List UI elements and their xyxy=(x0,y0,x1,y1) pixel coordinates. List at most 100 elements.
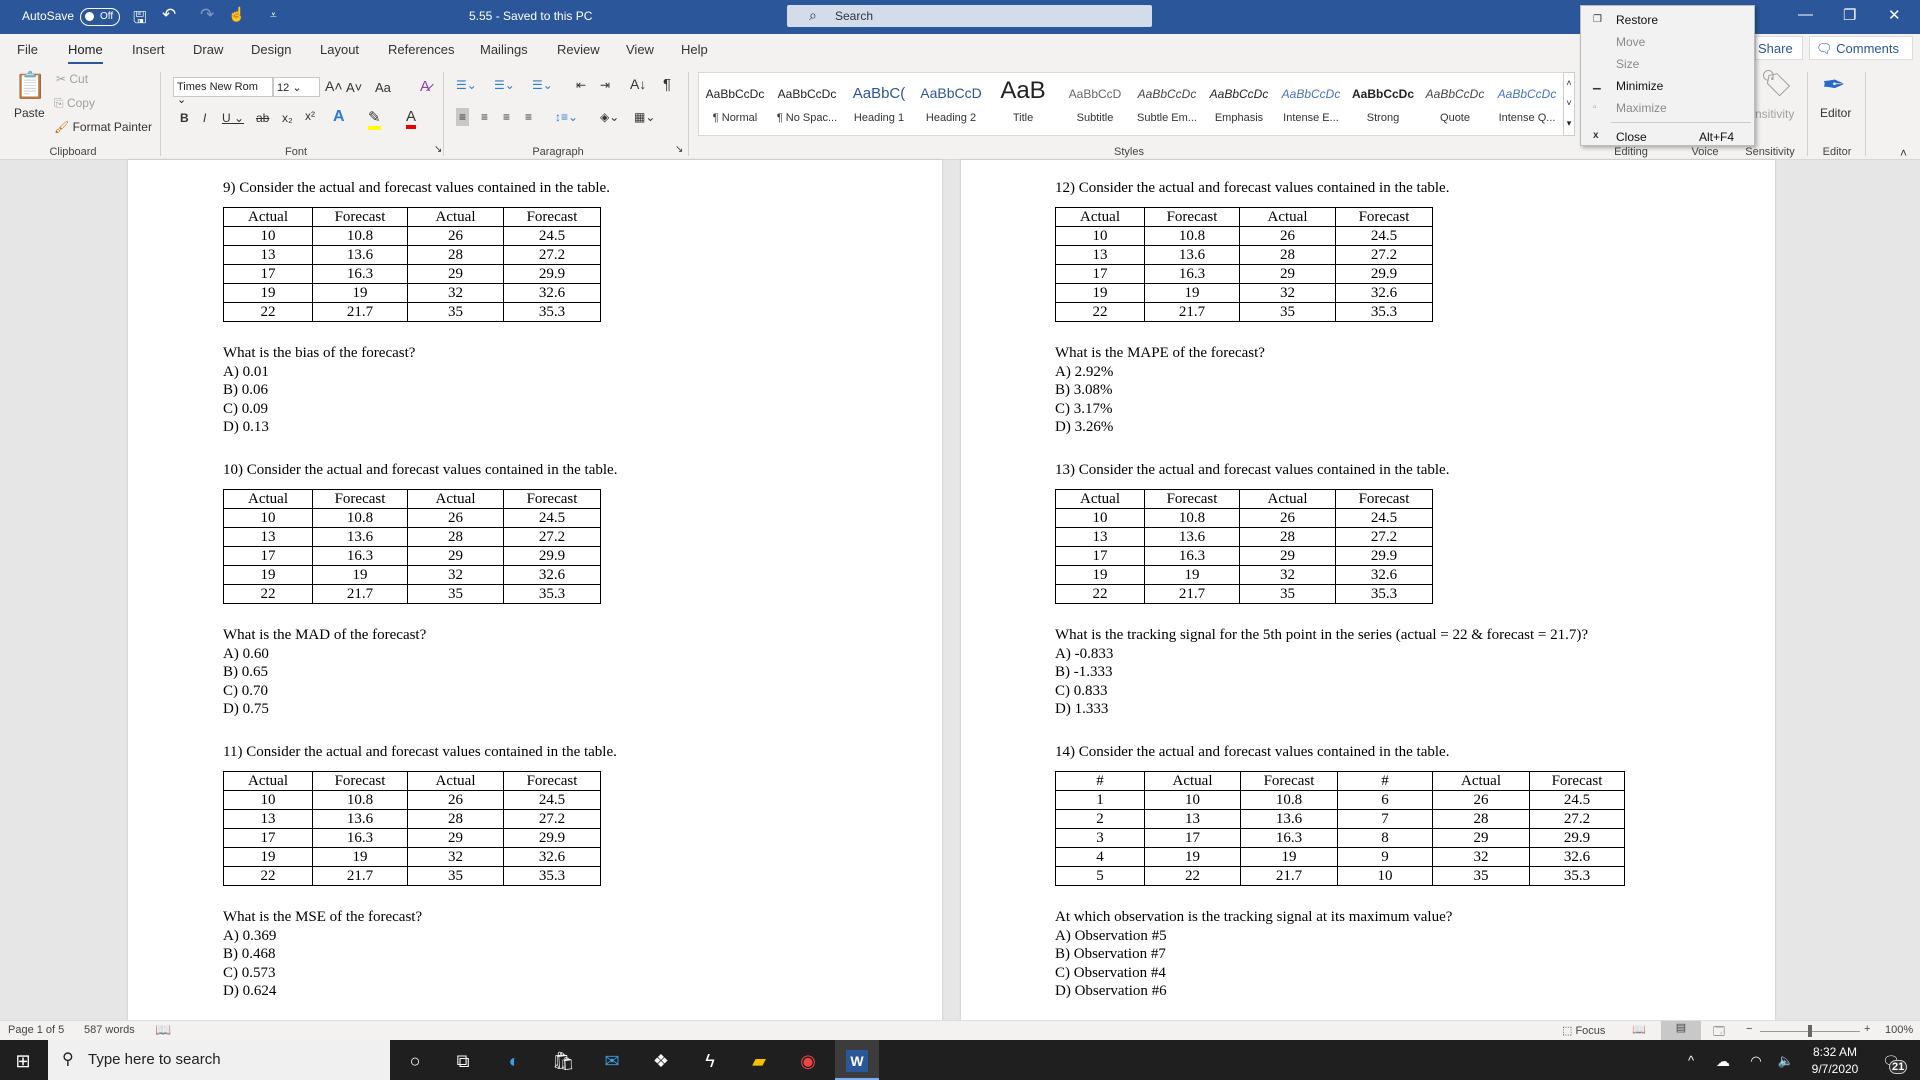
zoom-level[interactable]: 100% xyxy=(1885,1024,1913,1036)
change-case-button[interactable]: Aa xyxy=(375,80,391,95)
dropbox-icon[interactable]: ❖ xyxy=(650,1050,672,1072)
share-button[interactable]: Share xyxy=(1755,36,1803,60)
close-window-icon[interactable]: ✕ xyxy=(1888,6,1901,24)
comments-button[interactable]: 🗨 Comments xyxy=(1809,36,1913,60)
style-heading-1[interactable]: AaBbC(Heading 1 xyxy=(843,73,915,135)
word-count[interactable]: 587 words xyxy=(84,1024,135,1036)
minimize-window-icon[interactable]: — xyxy=(1798,6,1813,23)
bullets-icon[interactable]: ☰⌄ xyxy=(456,78,477,92)
proofing-icon[interactable]: 📖 xyxy=(155,1022,171,1038)
tab-insert[interactable]: Insert xyxy=(132,42,165,57)
tab-references[interactable]: References xyxy=(388,42,454,57)
tab-mailings[interactable]: Mailings xyxy=(480,42,528,57)
print-layout-icon[interactable]: ▤ xyxy=(1661,1021,1701,1040)
onedrive-icon[interactable]: ☁ xyxy=(1712,1050,1734,1072)
grow-font-icon[interactable]: A˄ xyxy=(325,78,343,94)
app-icon[interactable]: ϟ xyxy=(699,1050,721,1072)
subscript-icon[interactable]: x₂ xyxy=(282,111,293,125)
editor-icon[interactable]: ✒ xyxy=(1822,68,1845,101)
gallery-scroll[interactable]: ˄ ˅ ▾ xyxy=(1563,72,1575,136)
dialog-launcher-icon[interactable]: ↘ xyxy=(434,144,442,155)
copy-button[interactable]: ⎘ Copy xyxy=(54,96,95,111)
chrome-icon[interactable]: ◉ xyxy=(797,1050,819,1072)
underline-icon[interactable]: U ⌄ xyxy=(222,111,244,125)
zoom-out-icon[interactable]: − xyxy=(1746,1023,1752,1035)
menu-item-minimize[interactable]: Minimize xyxy=(1616,79,1663,93)
paste-button[interactable]: Paste xyxy=(14,106,45,120)
collapse-ribbon-icon[interactable]: ˄ xyxy=(1900,146,1907,160)
zoom-slider-thumb[interactable] xyxy=(1808,1025,1812,1037)
tab-review[interactable]: Review xyxy=(557,42,600,57)
line-spacing-icon[interactable]: ↕≡⌄ xyxy=(555,110,578,124)
restore-window-icon[interactable]: ❐ xyxy=(1843,6,1856,24)
strikethrough-icon[interactable]: ab xyxy=(256,111,269,125)
search-box[interactable]: ⌕ Search xyxy=(787,5,1152,27)
font-size-dropdown[interactable]: 12 ⌄ xyxy=(273,77,320,97)
zoom-in-icon[interactable]: + xyxy=(1864,1023,1870,1035)
edge-icon[interactable]: ◐ xyxy=(503,1050,525,1072)
tab-design[interactable]: Design xyxy=(251,42,291,57)
style-emphasis[interactable]: AaBbCcDc Emphasis xyxy=(1203,73,1275,135)
customize-qat-icon[interactable]: ⩡ xyxy=(270,8,277,23)
font-color-icon[interactable]: A xyxy=(406,108,417,129)
highlight-icon[interactable]: ✎ xyxy=(368,108,381,130)
editor-button[interactable]: Editor xyxy=(1820,106,1851,120)
redo-icon[interactable]: ↷ xyxy=(200,5,214,25)
multilevel-list-icon[interactable]: ☰⌄ xyxy=(532,78,553,92)
tab-home[interactable]: Home xyxy=(68,42,103,65)
menu-item-restore[interactable]: Restore xyxy=(1616,13,1658,27)
align-right-icon[interactable]: ≡ xyxy=(503,110,510,124)
bold-icon[interactable]: B xyxy=(180,111,189,125)
read-mode-icon[interactable]: 📖 xyxy=(1632,1023,1646,1036)
italic-icon[interactable]: I xyxy=(203,111,206,125)
menu-item-close[interactable]: Close xyxy=(1616,130,1647,144)
menu-item-maximize[interactable]: Maximize xyxy=(1616,101,1667,115)
style-title[interactable]: AaB Title xyxy=(987,73,1059,135)
align-left-icon[interactable]: ≡ xyxy=(456,108,470,126)
borders-icon[interactable]: ▦⌄ xyxy=(634,110,655,124)
shrink-font-icon[interactable]: A˅ xyxy=(346,80,362,95)
tab-help[interactable]: Help xyxy=(681,42,708,57)
decrease-indent-icon[interactable]: ⇤ xyxy=(576,78,586,92)
format-painter-button[interactable]: 🖌 Format Painter xyxy=(54,120,152,134)
tab-view[interactable]: View xyxy=(626,42,654,57)
document-area[interactable]: 9) Consider the actual and forecast valu… xyxy=(0,160,1920,1020)
cut-button[interactable]: ✂ Cut xyxy=(56,72,88,86)
show-formatting-icon[interactable]: ¶ xyxy=(663,76,671,93)
style-intense-q[interactable]: AaBbCcDc Intense Q... xyxy=(1491,73,1563,135)
tab-layout[interactable]: Layout xyxy=(320,42,359,57)
font-name-dropdown[interactable]: Times New Rom ⌄ xyxy=(173,77,273,106)
superscript-icon[interactable]: x² xyxy=(305,109,315,123)
volume-icon[interactable]: 🔈 xyxy=(1775,1050,1797,1072)
dialog-launcher-icon[interactable]: ↘ xyxy=(675,144,683,155)
style-normal[interactable]: AaBbCcDc ¶ Normal xyxy=(699,73,771,135)
menu-item-move[interactable]: Move xyxy=(1616,35,1645,49)
store-icon[interactable]: 🛍 xyxy=(552,1050,575,1072)
numbering-icon[interactable]: ☰⌄ xyxy=(494,78,515,92)
menu-item-size[interactable]: Size xyxy=(1616,57,1639,71)
word-taskbar-button[interactable]: W xyxy=(835,1040,879,1080)
increase-indent-icon[interactable]: ⇥ xyxy=(600,78,610,92)
style-heading-2[interactable]: AaBbCcD Heading 2 xyxy=(915,73,987,135)
undo-icon[interactable]: ↶ xyxy=(162,5,176,25)
paste-icon[interactable]: 📋 xyxy=(14,70,46,101)
clear-formatting-icon[interactable]: A̷ xyxy=(420,78,430,95)
focus-button[interactable]: ⬚ Focus xyxy=(1562,1024,1605,1037)
windows-start-icon[interactable]: ⊞ xyxy=(12,1050,34,1072)
sort-icon[interactable]: A↓ xyxy=(630,76,646,92)
sensitivity-button[interactable]: nsitivity xyxy=(1755,107,1794,121)
page-count[interactable]: Page 1 of 5 xyxy=(8,1024,64,1036)
tab-file[interactable]: File xyxy=(17,42,38,57)
touch-mode-icon[interactable]: ☝ xyxy=(228,6,245,23)
mail-icon[interactable]: ✉ xyxy=(601,1050,623,1072)
save-icon[interactable]: 🖫 xyxy=(133,7,147,34)
style-quote[interactable]: AaBbCcDc Quote xyxy=(1419,73,1491,135)
tab-draw[interactable]: Draw xyxy=(193,42,223,57)
justify-icon[interactable]: ≡ xyxy=(525,110,532,124)
text-effects-icon[interactable]: A xyxy=(333,108,345,126)
clock-date[interactable]: 9/7/2020 xyxy=(1806,1062,1864,1076)
style-subtle-em[interactable]: AaBbCcDc Subtle Em... xyxy=(1131,73,1203,135)
cortana-icon[interactable]: ○ xyxy=(404,1050,426,1072)
clock-time[interactable]: 8:32 AM xyxy=(1810,1045,1860,1059)
taskbar-search[interactable]: ⚲ Type here to search xyxy=(48,1040,390,1080)
